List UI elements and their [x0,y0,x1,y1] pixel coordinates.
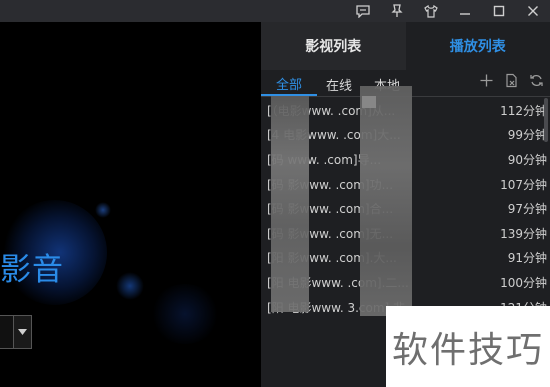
loop-icon[interactable] [529,73,544,88]
add-icon[interactable] [479,73,494,88]
video-area[interactable]: 影音 [0,22,261,387]
delete-file-icon[interactable] [504,73,519,88]
close-icon[interactable] [516,0,550,22]
item-duration: 107分钟 [500,177,547,192]
item-duration: 90分钟 [507,152,547,167]
chevron-down-icon [18,329,27,335]
watermark: 软件技巧 [386,306,550,387]
chat-icon[interactable] [346,0,380,22]
tab-media-list[interactable]: 影视列表 [261,22,406,70]
tab-playlist[interactable]: 播放列表 [405,22,550,70]
item-duration: 91分钟 [507,251,547,266]
redaction-mosaic [362,96,376,108]
redaction-mosaic [271,96,309,312]
subtab-online[interactable]: 在线 [317,72,361,96]
open-dropdown-button[interactable] [13,315,32,349]
background-glow [150,284,220,344]
item-duration: 112分钟 [500,103,547,118]
pin-icon[interactable] [380,0,414,22]
panel-tabs: 影视列表 播放列表 [261,22,550,70]
maximize-icon[interactable] [482,0,516,22]
item-duration: 139分钟 [500,226,547,241]
background-glow [116,272,144,300]
item-duration: 97分钟 [507,202,547,217]
background-glow [95,202,111,218]
item-duration: 100分钟 [500,275,547,290]
skin-icon[interactable] [414,0,448,22]
minimize-icon[interactable] [448,0,482,22]
title-bar [0,0,550,22]
subtab-all[interactable]: 全部 [261,72,317,96]
item-duration: 99分钟 [507,128,547,143]
playlist-scrollbar[interactable] [544,98,548,142]
redaction-mosaic [360,86,412,316]
open-file-button[interactable] [0,315,14,349]
brand-logo-text: 影音 [0,252,64,288]
